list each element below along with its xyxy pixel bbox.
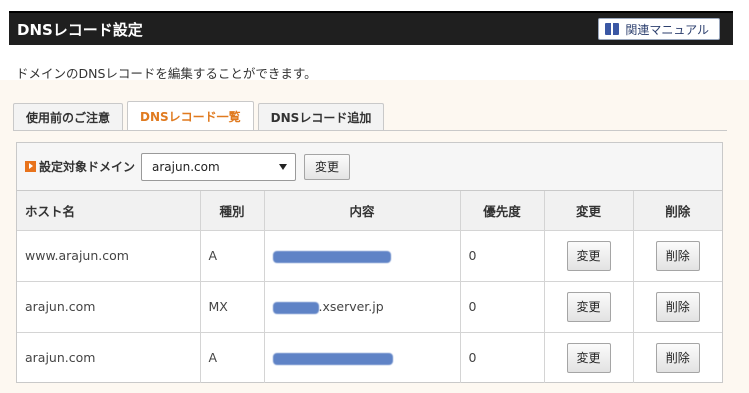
host-cell: www.arajun.com [17,230,201,282]
host-cell: arajun.com [17,332,201,383]
tab-precautions[interactable]: 使用前のご注意 [13,103,124,131]
tab-bar: 使用前のご注意 DNSレコード一覧 DNSレコード追加 [13,101,388,131]
type-cell: MX [200,281,265,333]
type-cell: A [200,332,265,383]
delete-cell: 削除 [633,281,722,333]
change-domain-button[interactable]: 変更 [304,153,351,180]
content-cell [264,332,461,383]
table-row: arajun.com A 0 変更 削除 [17,332,722,383]
host-cell: arajun.com [17,281,201,333]
column-header-priority: 優先度 [460,191,545,231]
column-header-host: ホスト名 [17,191,201,231]
priority-cell: 0 [460,281,545,333]
tab-divider [13,130,727,131]
edit-record-button[interactable]: 変更 [566,342,611,373]
table-row: arajun.com MX .xserver.jp 0 変更 削除 [17,281,722,333]
table-row: www.arajun.com A 0 変更 削除 [17,230,722,282]
selected-domain: arajun.com [152,159,220,174]
column-header-delete: 削除 [633,191,722,231]
content-suffix: .xserver.jp [318,299,384,314]
dropdown-arrow-icon [279,163,288,170]
redacted-content [272,352,393,365]
priority-cell: 0 [460,332,545,383]
tab-dns-record-list[interactable]: DNSレコード一覧 [127,101,254,131]
domain-filter-row: 設定対象ドメイン arajun.com 変更 [17,143,722,191]
redacted-content [272,301,319,314]
related-manual-button[interactable]: 関連マニュアル [598,18,720,40]
content-cell [264,230,461,282]
delete-record-button[interactable]: 削除 [655,342,700,373]
delete-cell: 削除 [633,332,722,383]
page-title: DNSレコード設定 [17,21,143,39]
tab-dns-record-add[interactable]: DNSレコード追加 [257,103,385,131]
delete-record-button[interactable]: 削除 [655,291,700,322]
priority-cell: 0 [460,230,545,282]
edit-cell: 変更 [544,230,634,282]
edit-record-button[interactable]: 変更 [566,291,611,322]
column-header-type: 種別 [200,191,265,231]
domain-select[interactable]: arajun.com [141,152,297,181]
domain-filter-label: 設定対象ドメイン [39,160,136,174]
edit-cell: 変更 [544,281,634,333]
dns-record-panel: 設定対象ドメイン arajun.com 変更 ホスト名 種別 内容 優先度 変更… [16,142,723,383]
content-cell: .xserver.jp [264,281,461,333]
column-header-edit: 変更 [544,191,634,231]
redacted-content [272,250,391,263]
delete-cell: 削除 [633,230,722,282]
book-icon [605,23,620,35]
delete-record-button[interactable]: 削除 [655,240,700,271]
arrow-bullet-icon [25,161,36,172]
type-cell: A [200,230,265,282]
dns-record-table: ホスト名 種別 内容 優先度 変更 削除 www.arajun.com A 0 … [17,191,722,383]
related-manual-label: 関連マニュアル [625,22,709,37]
column-header-content: 内容 [264,191,461,231]
table-header-row: ホスト名 種別 内容 優先度 変更 削除 [17,191,722,231]
page-header: DNSレコード設定 関連マニュアル [9,11,733,45]
edit-record-button[interactable]: 変更 [566,240,611,271]
edit-cell: 変更 [544,332,634,383]
